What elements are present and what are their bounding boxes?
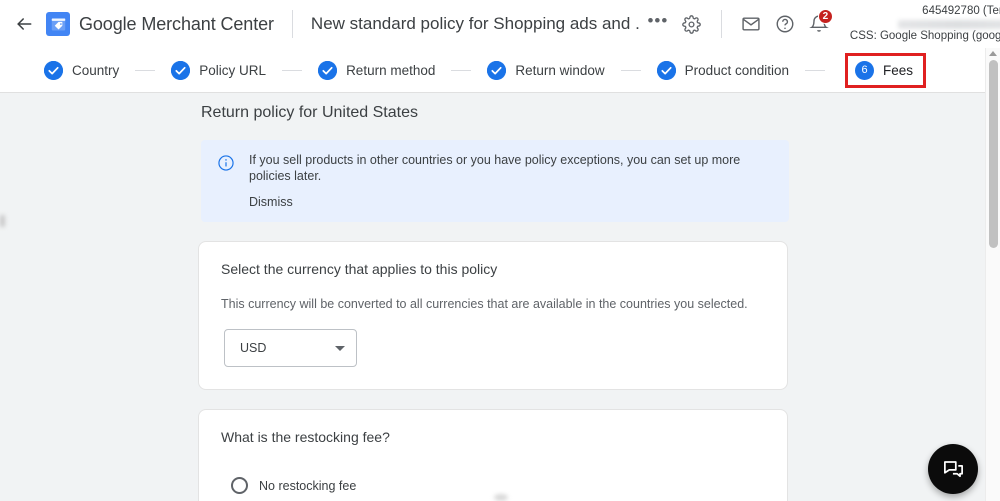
currency-question: Select the currency that applies to this… bbox=[221, 261, 498, 278]
left-edge-artifact bbox=[0, 215, 5, 227]
dismiss-button[interactable]: Dismiss bbox=[249, 195, 293, 209]
step-complete-check-icon bbox=[487, 60, 507, 80]
bell-icon[interactable]: 2 bbox=[804, 9, 834, 39]
step-return-window[interactable]: Return window bbox=[487, 60, 605, 80]
step-connector bbox=[620, 69, 641, 71]
step-country[interactable]: Country bbox=[44, 60, 120, 80]
step-return-method[interactable]: Return method bbox=[318, 60, 436, 80]
step-connector bbox=[282, 69, 303, 71]
restocking-fee-card: What is the restocking fee? No restockin… bbox=[198, 409, 788, 501]
info-circle-icon bbox=[217, 154, 235, 177]
envelope-icon[interactable] bbox=[736, 9, 766, 39]
radio-button[interactable] bbox=[231, 477, 248, 495]
step-label-return-window: Return window bbox=[515, 62, 605, 78]
step-complete-check-icon bbox=[44, 60, 63, 80]
info-banner-body: If you sell products in other countries … bbox=[249, 153, 773, 209]
step-label-policy-url: Policy URL bbox=[199, 62, 267, 78]
page-title: New standard policy for Shopping ads and… bbox=[310, 14, 641, 33]
step-complete-check-icon bbox=[318, 60, 338, 80]
header-divider-2 bbox=[720, 10, 722, 38]
gear-icon[interactable] bbox=[677, 9, 707, 39]
content-inner: Return policy for United States If you s… bbox=[0, 94, 986, 501]
notifications-badge: 2 bbox=[817, 9, 833, 24]
brand-logo-group[interactable]: Google Merchant Center bbox=[46, 12, 274, 36]
page-section-title: Return policy for United States bbox=[201, 104, 418, 121]
step-complete-check-icon bbox=[656, 60, 676, 80]
step-label-fees: Fees bbox=[883, 62, 914, 78]
account-css-label: CSS: Google Shopping (google.com/... bbox=[849, 30, 1000, 42]
content-scroll-area: Return policy for United States If you s… bbox=[0, 94, 1000, 501]
step-connector bbox=[805, 69, 825, 71]
info-banner-text: If you sell products in other countries … bbox=[249, 153, 741, 183]
currency-description: This currency will be converted to all c… bbox=[221, 297, 748, 312]
support-chat-fab[interactable] bbox=[928, 444, 978, 494]
step-connector bbox=[135, 69, 156, 71]
currency-select[interactable]: USD bbox=[224, 329, 357, 368]
step-fees[interactable]: 6 Fees bbox=[845, 52, 927, 88]
step-label-return-method: Return method bbox=[346, 62, 436, 78]
header-divider bbox=[291, 10, 293, 38]
restocking-question: What is the restocking fee? bbox=[221, 429, 390, 446]
merchant-center-logo-icon bbox=[46, 12, 70, 36]
more-options-icon[interactable]: ••• bbox=[643, 6, 673, 42]
account-id: 645492780 (TermsFeed) bbox=[922, 4, 1000, 17]
account-info[interactable]: 645492780 (TermsFeed) CSS: Google Shoppi… bbox=[850, 5, 1000, 43]
step-policy-url[interactable]: Policy URL bbox=[171, 60, 267, 80]
step-label-product-condition: Product condition bbox=[684, 62, 789, 78]
currency-card: Select the currency that applies to this… bbox=[198, 241, 788, 391]
step-product-condition[interactable]: Product condition bbox=[656, 60, 789, 80]
merchant-center-app: Google Merchant Center New standard poli… bbox=[0, 0, 1000, 501]
scroll-up-arrow-icon[interactable] bbox=[989, 51, 997, 56]
brand-name: Google Merchant Center bbox=[79, 14, 274, 35]
step-label-country: Country bbox=[72, 62, 120, 78]
currency-select-value: USD bbox=[240, 341, 267, 356]
bottom-edge-artifact bbox=[494, 494, 508, 501]
step-complete-check-icon bbox=[171, 60, 191, 80]
vertical-scrollbar[interactable] bbox=[985, 48, 1000, 501]
scroll-thumb[interactable] bbox=[989, 60, 998, 248]
help-circle-icon[interactable] bbox=[770, 9, 800, 39]
back-arrow-icon[interactable] bbox=[10, 10, 38, 38]
step-connector bbox=[451, 69, 472, 71]
policy-stepper: Country Policy URL Return method Return … bbox=[0, 48, 1000, 93]
info-banner: If you sell products in other countries … bbox=[201, 140, 789, 223]
radio-label-no-restocking-fee: No restocking fee bbox=[259, 478, 357, 493]
step-number-badge: 6 bbox=[855, 60, 874, 80]
top-app-bar: Google Merchant Center New standard poli… bbox=[0, 0, 1000, 48]
brand-google-text: Google bbox=[79, 13, 137, 34]
radio-option-no-restocking-fee[interactable]: No restocking fee bbox=[231, 477, 765, 495]
account-email-redacted bbox=[898, 20, 1000, 29]
chevron-down-icon bbox=[335, 345, 345, 351]
brand-product-text: Merchant Center bbox=[141, 13, 274, 34]
